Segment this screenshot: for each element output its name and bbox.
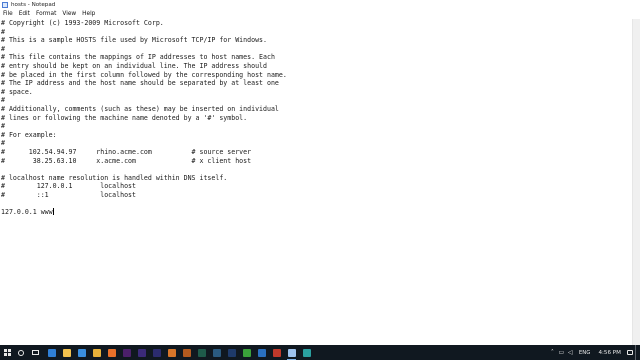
editor-line: # This is a sample HOSTS file used by Mi… [1,36,267,45]
chevron-up-icon[interactable]: ˄ [548,345,557,360]
search-icon [18,349,24,356]
taskbar-app-button[interactable] [194,345,209,360]
taskbar-app-button[interactable] [59,345,74,360]
taskbar-app-button[interactable] [209,345,224,360]
taskbar-app-button[interactable] [89,345,104,360]
after-effects-icon [137,348,146,357]
editor-line: # [1,44,5,53]
editor-line: # 127.0.0.1 localhost [1,182,136,191]
taskbar-app-button[interactable] [179,345,194,360]
audition-icon [197,348,206,357]
menu-edit[interactable]: Edit [16,10,33,19]
media-encoder-icon [152,348,161,357]
notepad-icon [2,2,8,8]
language-indicator[interactable]: ENG [575,350,595,356]
pinned-apps [44,345,314,360]
windows-logo-icon [3,349,11,356]
menu-bar: File Edit Format View Help [0,10,640,19]
menu-help[interactable]: Help [79,10,98,19]
illustrator-icon [182,348,191,357]
editor-line: # 102.54.94.97 rhino.acme.com # source s… [1,147,252,156]
app-icon-blue [257,348,266,357]
editor-line: # [1,122,5,131]
taskbar-app-button[interactable] [299,345,314,360]
taskbar-app-button[interactable] [239,345,254,360]
store-icon [77,348,86,357]
menu-format[interactable]: Format [33,10,59,19]
text-caret [52,208,54,216]
taskbar-app-button[interactable] [149,345,164,360]
chrome-icon [92,348,101,357]
editor-line: # 38.25.63.10 x.acme.com # x client host [1,156,252,165]
editor-line: # space. [1,87,33,96]
taskbar-app-button[interactable] [74,345,89,360]
taskbar-app-button[interactable] [134,345,149,360]
notification-icon [627,350,633,355]
editor-line: 127.0.0.1 www [1,208,53,217]
editor-line: # localhost name resolution is handled w… [1,173,228,182]
task-view-icon [31,350,39,355]
app-icon-green [242,348,251,357]
firefox-icon [107,348,116,357]
show-desktop-button[interactable] [635,345,638,360]
network-icon[interactable]: ▭ [557,345,566,360]
editor-line: # ::1 localhost [1,190,136,199]
photoshop-icon [227,348,236,357]
editor-line: # [1,139,5,148]
app-icon-teal [302,348,311,357]
taskbar-app-button[interactable] [284,345,299,360]
taskbar: ˄ ▭ ◁ ENG 4:56 PM [0,345,640,360]
search-button[interactable] [14,345,28,360]
taskbar-app-button[interactable] [164,345,179,360]
vertical-scrollbar[interactable] [632,19,640,345]
volume-icon[interactable]: ◁ [566,345,575,360]
app-icon-orange [167,348,176,357]
editor-line: # lines or following the machine name de… [1,113,248,122]
start-button[interactable] [0,345,14,360]
editor-line: # [1,27,5,36]
title-bar: hosts - Notepad [0,0,640,10]
editor-content[interactable]: # Copyright (c) 1993-2009 Microsoft Corp… [1,19,632,217]
window-title: hosts - Notepad [11,2,56,8]
editor-line: # Copyright (c) 1993-2009 Microsoft Corp… [1,19,164,27]
app-icon-red [272,348,281,357]
taskbar-app-button[interactable] [269,345,284,360]
editor-line: # entry should be kept on an individual … [1,61,267,70]
taskbar-app-button[interactable] [104,345,119,360]
system-tray: ˄ ▭ ◁ ENG 4:56 PM [548,345,640,360]
editor-line: # This file contains the mappings of IP … [1,53,275,62]
premiere-icon [122,348,131,357]
taskbar-app-button[interactable] [119,345,134,360]
edge-icon [47,348,56,357]
editor-line: # The IP address and the host name shoul… [1,79,279,88]
editor-line: # [1,96,5,105]
taskbar-app-button[interactable] [224,345,239,360]
menu-file[interactable]: File [0,10,16,19]
action-center-button[interactable] [625,345,635,360]
lightroom-icon [212,348,221,357]
notepad-icon [287,348,296,357]
text-editor[interactable]: # Copyright (c) 1993-2009 Microsoft Corp… [0,19,632,345]
menu-view[interactable]: View [59,10,79,19]
task-view-button[interactable] [28,345,42,360]
taskbar-app-button[interactable] [254,345,269,360]
clock[interactable]: 4:56 PM [594,350,625,356]
editor-line: # Additionally, comments (such as these)… [1,104,279,113]
editor-line: # For example: [1,130,57,139]
taskbar-app-button[interactable] [44,345,59,360]
file-explorer-icon [62,348,71,357]
editor-line: # be placed in the first column followed… [1,70,287,79]
